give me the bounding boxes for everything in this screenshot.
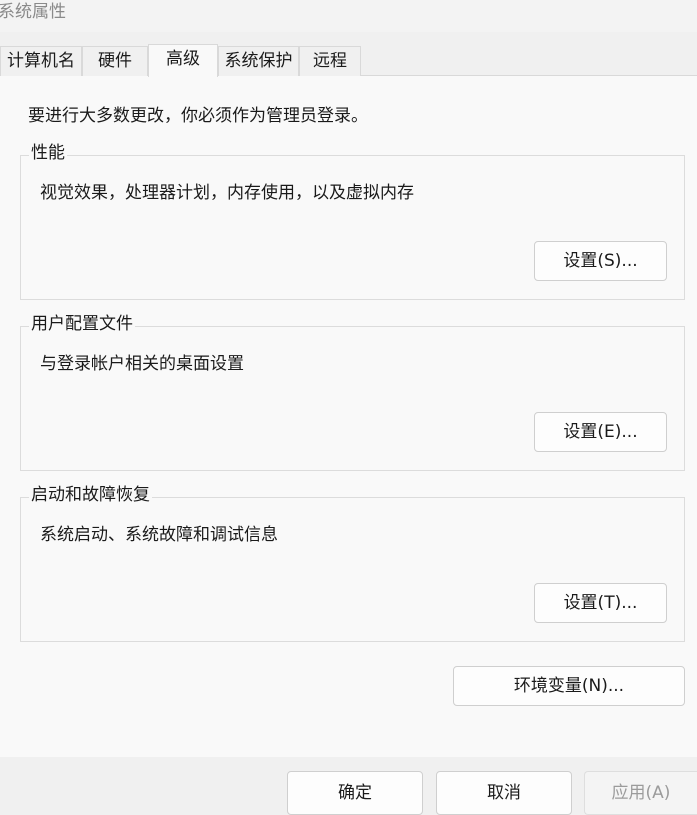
tab-advanced[interactable]: 高级 [148, 44, 218, 77]
tab-system-protection[interactable]: 系统保护 [218, 46, 299, 76]
startup-recovery-settings-button[interactable]: 设置(T)... [534, 583, 667, 623]
startup-recovery-description: 系统启动、系统故障和调试信息 [40, 525, 278, 545]
performance-group-title: 性能 [29, 141, 67, 165]
cancel-button[interactable]: 取消 [436, 771, 572, 815]
tab-remote[interactable]: 远程 [299, 46, 361, 76]
startup-recovery-group-title: 启动和故障恢复 [29, 483, 152, 507]
user-profiles-group: 用户配置文件 与登录帐户相关的桌面设置 设置(E)... [20, 312, 685, 471]
performance-description: 视觉效果，处理器计划，内存使用，以及虚拟内存 [40, 183, 414, 203]
user-profiles-settings-button[interactable]: 设置(E)... [534, 412, 667, 452]
tab-computer-name[interactable]: 计算机名 [0, 46, 82, 76]
startup-recovery-group: 启动和故障恢复 系统启动、系统故障和调试信息 设置(T)... [20, 483, 685, 642]
admin-notice: 要进行大多数更改，你必须作为管理员登录。 [28, 106, 368, 126]
performance-settings-button[interactable]: 设置(S)... [534, 241, 667, 281]
apply-button[interactable]: 应用(A) [584, 771, 697, 815]
ok-button[interactable]: 确定 [287, 771, 423, 815]
user-profiles-description: 与登录帐户相关的桌面设置 [40, 354, 244, 374]
user-profiles-group-title: 用户配置文件 [29, 312, 135, 336]
window-title: 系统属性 [0, 2, 66, 22]
environment-variables-button[interactable]: 环境变量(N)... [453, 666, 685, 706]
performance-group: 性能 视觉效果，处理器计划，内存使用，以及虚拟内存 设置(S)... [20, 141, 685, 300]
tab-hardware[interactable]: 硬件 [82, 46, 148, 76]
title-bar: 系统属性 [0, 0, 697, 32]
